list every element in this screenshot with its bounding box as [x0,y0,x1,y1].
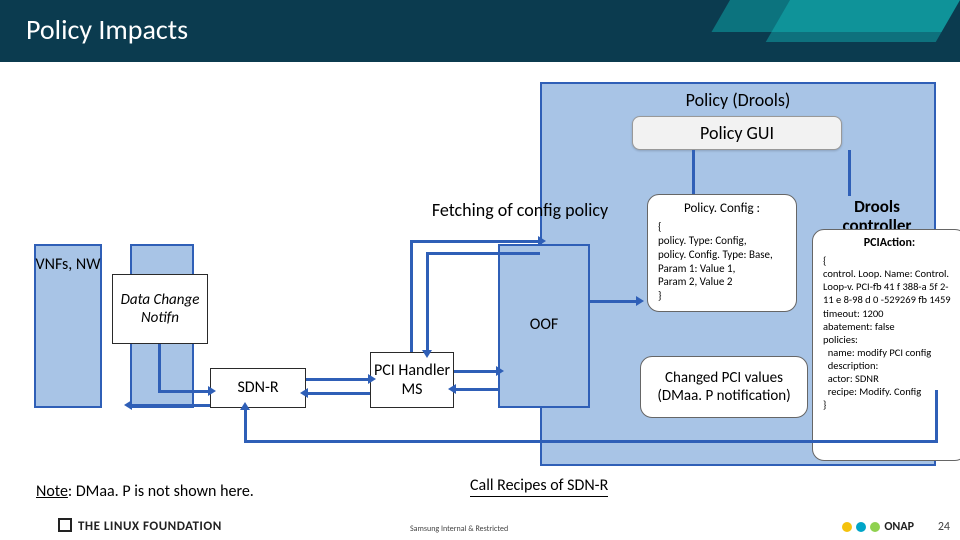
onap-logo: ONAP [842,520,914,534]
confidentiality-label: Samsung Internal & Restricted [410,524,508,534]
connector-line [848,150,851,196]
arrowhead-icon [208,386,216,396]
arrowhead-icon [448,384,456,394]
connector-line [410,240,413,352]
pci-action-body: { control. Loop. Name: Control. Loop-v. … [823,254,956,412]
connector-line [158,390,210,393]
arrowhead-icon [124,400,132,410]
policy-gui-box: Policy GUI [632,116,842,150]
pci-action-header: PCIAction: [823,236,956,251]
oof-label: OOF [498,316,590,334]
connector-line [692,150,695,196]
arrowhead-icon [496,366,504,376]
arrowhead-icon [636,296,644,306]
fetching-label: Fetching of config policy [420,200,620,221]
connector-line [454,370,498,373]
connector-line [130,404,210,407]
changed-pci-bubble: Changed PCI values (DMaa. P notification… [640,356,808,418]
arrowhead-icon [422,350,432,358]
footnote: Note: DMaa. P is not shown here. [36,482,254,501]
call-recipes-label: Call Recipes of SDN-R [470,476,608,497]
linux-foundation-logo: THE LINUX FOUNDATION [58,518,222,534]
data-change-notif-box: Data Change Notifn [112,274,208,344]
arrowhead-icon [538,236,546,246]
connector-line [454,388,498,391]
connector-line [306,378,370,381]
drools-container: Policy (Drools) Policy GUI Drools contro… [540,82,936,466]
connector-line [306,392,370,395]
policy-config-header: Policy. Config : [658,201,786,217]
onap-logo-text: ONAP [884,520,914,534]
lf-logo-text: THE LINUX FOUNDATION [78,519,222,534]
pci-handler-box: PCI Handler MS [370,352,454,408]
connector-line [590,300,638,303]
drools-title: Policy (Drools) [542,84,934,116]
arrowhead-icon [240,402,250,410]
connector-line [244,408,247,442]
onap-dot-icon [842,522,852,532]
vnf-label: VNFs, NW [34,256,102,274]
onap-dot-icon [870,522,880,532]
sdn-r-box: SDN-R [210,368,306,408]
title-accent [766,0,960,42]
connector-line [426,252,540,255]
note-tail: : DMaa. P is not shown here. [68,482,254,501]
policy-config-body: { policy. Type: Config, policy. Config. … [658,220,786,303]
page-number: 24 [938,520,950,534]
page-title: Policy Impacts [26,12,188,47]
onap-dot-icon [856,522,866,532]
connector-line [935,390,938,443]
arrowhead-icon [368,374,376,384]
policy-config-bubble: Policy. Config : { policy. Type: Config,… [647,194,797,312]
connector-line [410,240,540,243]
note-underline: Note [36,482,68,501]
arrowhead-icon [300,388,308,398]
connector-line [426,252,429,352]
lf-logo-icon [58,518,72,532]
connector-line [158,344,161,392]
title-bar: Policy Impacts [0,0,960,62]
connector-line [244,440,938,443]
